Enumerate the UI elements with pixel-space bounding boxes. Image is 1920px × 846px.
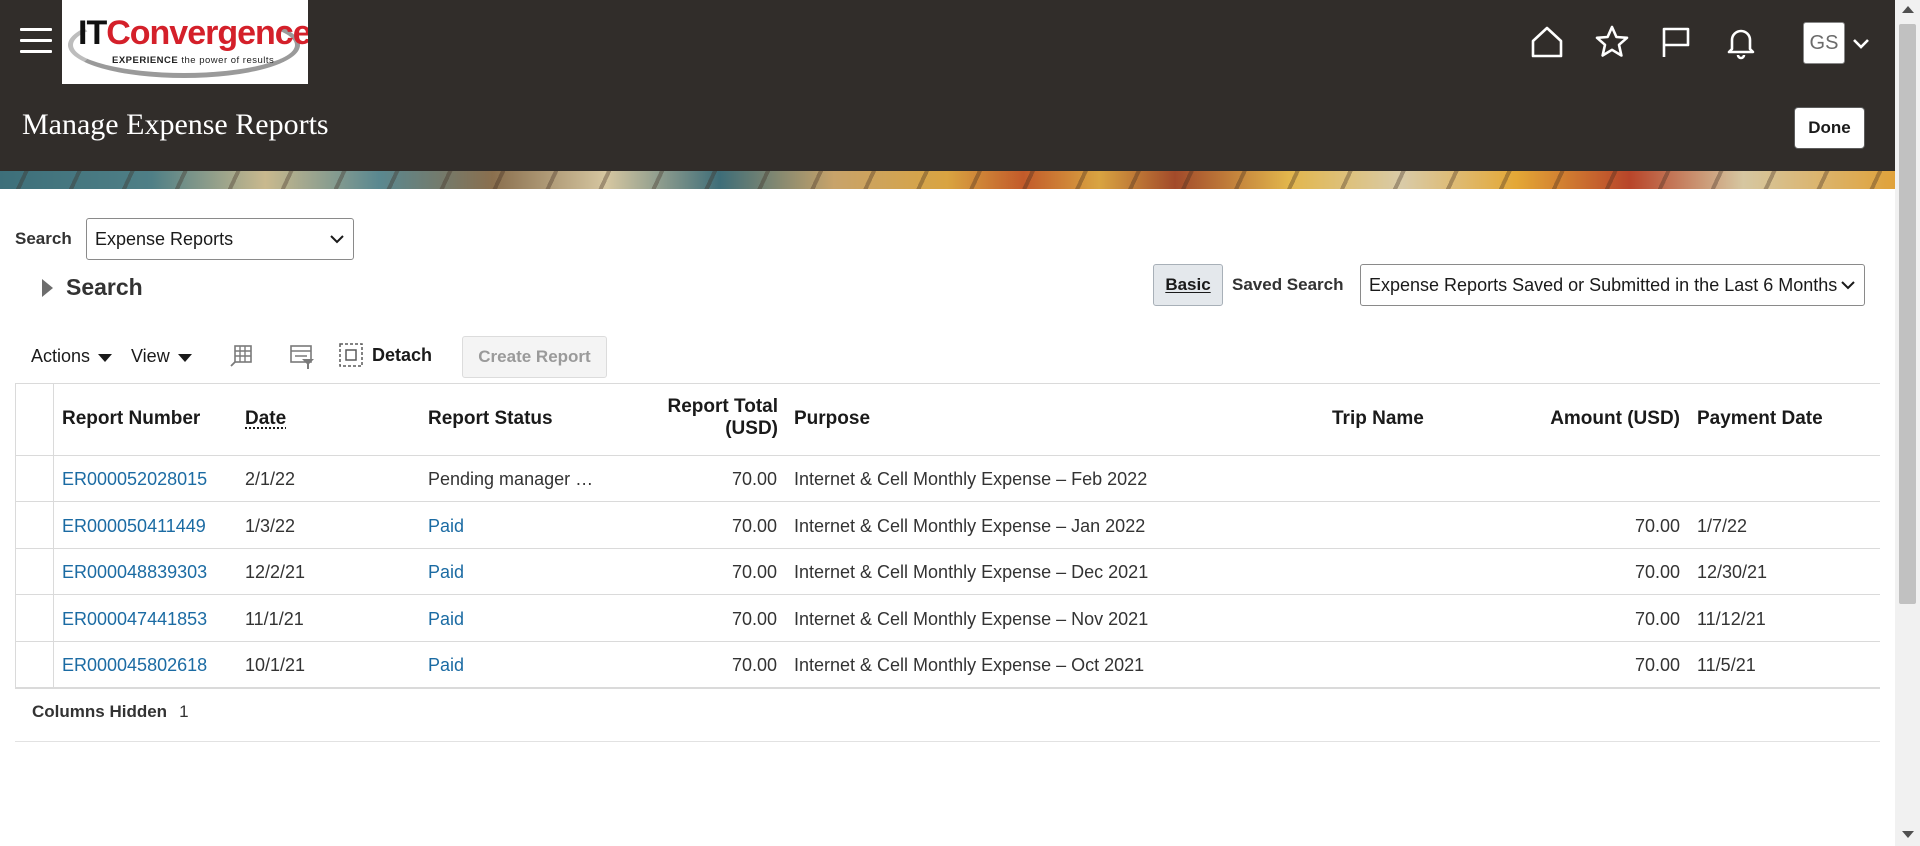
bell-icon[interactable] <box>1721 22 1761 62</box>
report-status-link[interactable]: Paid <box>428 562 464 583</box>
report-number-link[interactable]: ER000048839303 <box>62 562 207 583</box>
scrollbar-thumb[interactable] <box>1899 24 1916 604</box>
logo-tagline: EXPERIENCE the power of results <box>112 55 275 66</box>
search-select-value: Expense Reports <box>95 228 234 249</box>
col-purpose[interactable]: Purpose <box>794 408 870 430</box>
payment-date: 11/12/21 <box>1697 609 1766 629</box>
decorative-banner <box>0 171 1895 189</box>
amount: 70.00 <box>1634 562 1680 582</box>
col-amount[interactable]: Amount (USD) <box>1500 408 1680 430</box>
report-purpose: Internet & Cell Monthly Expense – Feb 20… <box>794 469 1148 489</box>
report-total: 70.00 <box>731 655 777 675</box>
table-row[interactable]: ER000052028015 2/1/22 Pending manager … … <box>15 456 1880 502</box>
search-section-toggle[interactable]: Search <box>42 274 143 301</box>
report-purpose: Internet & Cell Monthly Expense – Jan 20… <box>794 516 1146 536</box>
avatar[interactable]: GS <box>1803 22 1845 64</box>
report-number-link[interactable]: ER000050411449 <box>62 516 206 537</box>
home-icon[interactable] <box>1527 22 1567 62</box>
table-row[interactable]: ER000048839303 12/2/21 Paid 70.00 Intern… <box>15 549 1880 595</box>
report-total: 70.00 <box>731 562 777 582</box>
col-date[interactable]: Date <box>245 408 286 430</box>
logo-text: ITConvergence <box>78 14 308 52</box>
col-report-total[interactable]: Report Total (USD) <box>630 396 778 440</box>
actions-label: Actions <box>31 346 91 366</box>
report-total: 70.00 <box>731 469 777 489</box>
amount: 70.00 <box>1634 655 1680 675</box>
payment-date: 11/5/21 <box>1697 655 1756 675</box>
table-row[interactable]: ER000050411449 1/3/22 Paid 70.00 Interne… <box>15 503 1880 549</box>
report-date: 10/1/21 <box>245 655 306 675</box>
report-date: 12/2/21 <box>245 562 306 582</box>
col-report-total-line2: (USD) <box>725 418 778 439</box>
chevron-down-icon[interactable] <box>1851 30 1871 56</box>
hamburger-icon[interactable] <box>20 28 52 56</box>
freeze-columns-icon[interactable] <box>228 342 256 370</box>
saved-search-select[interactable]: Expense Reports Saved or Submitted in th… <box>1360 264 1865 306</box>
dropdown-arrow-icon <box>177 354 192 362</box>
page-title: Manage Expense Reports <box>22 108 329 141</box>
report-date: 1/3/22 <box>245 516 296 536</box>
amount: 70.00 <box>1634 516 1680 536</box>
vertical-scrollbar[interactable] <box>1895 0 1920 846</box>
star-icon[interactable] <box>1592 22 1632 62</box>
table-row[interactable]: ER000047441853 11/1/21 Paid 70.00 Intern… <box>15 596 1880 642</box>
col-report-status[interactable]: Report Status <box>428 408 553 430</box>
chevron-down-icon <box>1841 281 1855 290</box>
view-label: View <box>131 346 170 366</box>
report-status-link[interactable]: Paid <box>428 516 464 537</box>
footer-divider <box>15 741 1880 742</box>
company-logo[interactable]: ITConvergence EXPERIENCE the power of re… <box>62 0 308 84</box>
actions-menu[interactable]: Actions <box>31 346 113 367</box>
report-number-link[interactable]: ER000052028015 <box>62 469 207 490</box>
report-purpose: Internet & Cell Monthly Expense – Nov 20… <box>794 609 1149 629</box>
report-number-link[interactable]: ER000047441853 <box>62 609 207 630</box>
report-purpose: Internet & Cell Monthly Expense – Dec 20… <box>794 562 1149 582</box>
table-row[interactable]: ER000045802618 10/1/21 Paid 70.00 Intern… <box>15 642 1880 688</box>
table-top-border <box>15 383 1880 384</box>
detach-label: Detach <box>372 344 433 365</box>
col-trip-name[interactable]: Trip Name <box>1332 408 1424 430</box>
report-date: 2/1/22 <box>245 469 296 489</box>
avatar-initials: GS <box>1809 31 1839 54</box>
report-purpose: Internet & Cell Monthly Expense – Oct 20… <box>794 655 1145 675</box>
columns-hidden-label: Columns Hidden <box>32 702 168 721</box>
search-section-title: Search <box>66 274 143 300</box>
col-report-total-line1: Report Total <box>667 396 778 417</box>
report-total: 70.00 <box>731 516 777 536</box>
report-total: 70.00 <box>731 609 777 629</box>
search-select[interactable]: Expense Reports <box>86 218 354 260</box>
col-report-number[interactable]: Report Number <box>62 408 200 430</box>
saved-search-label: Saved Search <box>1232 275 1344 294</box>
scroll-up-icon[interactable] <box>1902 6 1914 13</box>
search-label: Search <box>15 229 72 248</box>
saved-search-value: Expense Reports Saved or Submitted in th… <box>1369 274 1838 295</box>
scroll-down-icon[interactable] <box>1902 831 1914 838</box>
flag-icon[interactable] <box>1656 22 1696 62</box>
chevron-down-icon <box>330 235 344 244</box>
report-number-link[interactable]: ER000045802618 <box>62 655 207 676</box>
view-menu[interactable]: View <box>131 346 192 367</box>
payment-date: 1/7/22 <box>1697 516 1748 536</box>
done-button[interactable]: Done <box>1794 107 1865 149</box>
columns-hidden-status: Columns Hidden 1 <box>32 702 189 722</box>
disclosure-triangle-icon <box>42 278 53 297</box>
report-status: Pending manager … <box>428 469 594 489</box>
report-date: 11/1/21 <box>245 609 304 629</box>
create-report-button[interactable]: Create Report <box>462 336 607 378</box>
columns-hidden-count: 1 <box>179 702 189 721</box>
query-by-example-icon[interactable] <box>288 342 316 370</box>
detach-icon <box>339 343 363 367</box>
dropdown-arrow-icon <box>98 354 113 362</box>
table-bottom-border <box>15 688 1880 689</box>
basic-button-label: Basic <box>1165 275 1211 294</box>
payment-date: 12/30/21 <box>1697 562 1768 582</box>
detach-button[interactable]: Detach <box>338 342 432 368</box>
report-status-link[interactable]: Paid <box>428 609 464 630</box>
basic-button[interactable]: Basic <box>1153 264 1223 306</box>
col-payment-date[interactable]: Payment Date <box>1697 408 1823 430</box>
global-header: ITConvergence EXPERIENCE the power of re… <box>0 0 1895 171</box>
report-status-link[interactable]: Paid <box>428 655 464 676</box>
amount: 70.00 <box>1634 609 1680 629</box>
